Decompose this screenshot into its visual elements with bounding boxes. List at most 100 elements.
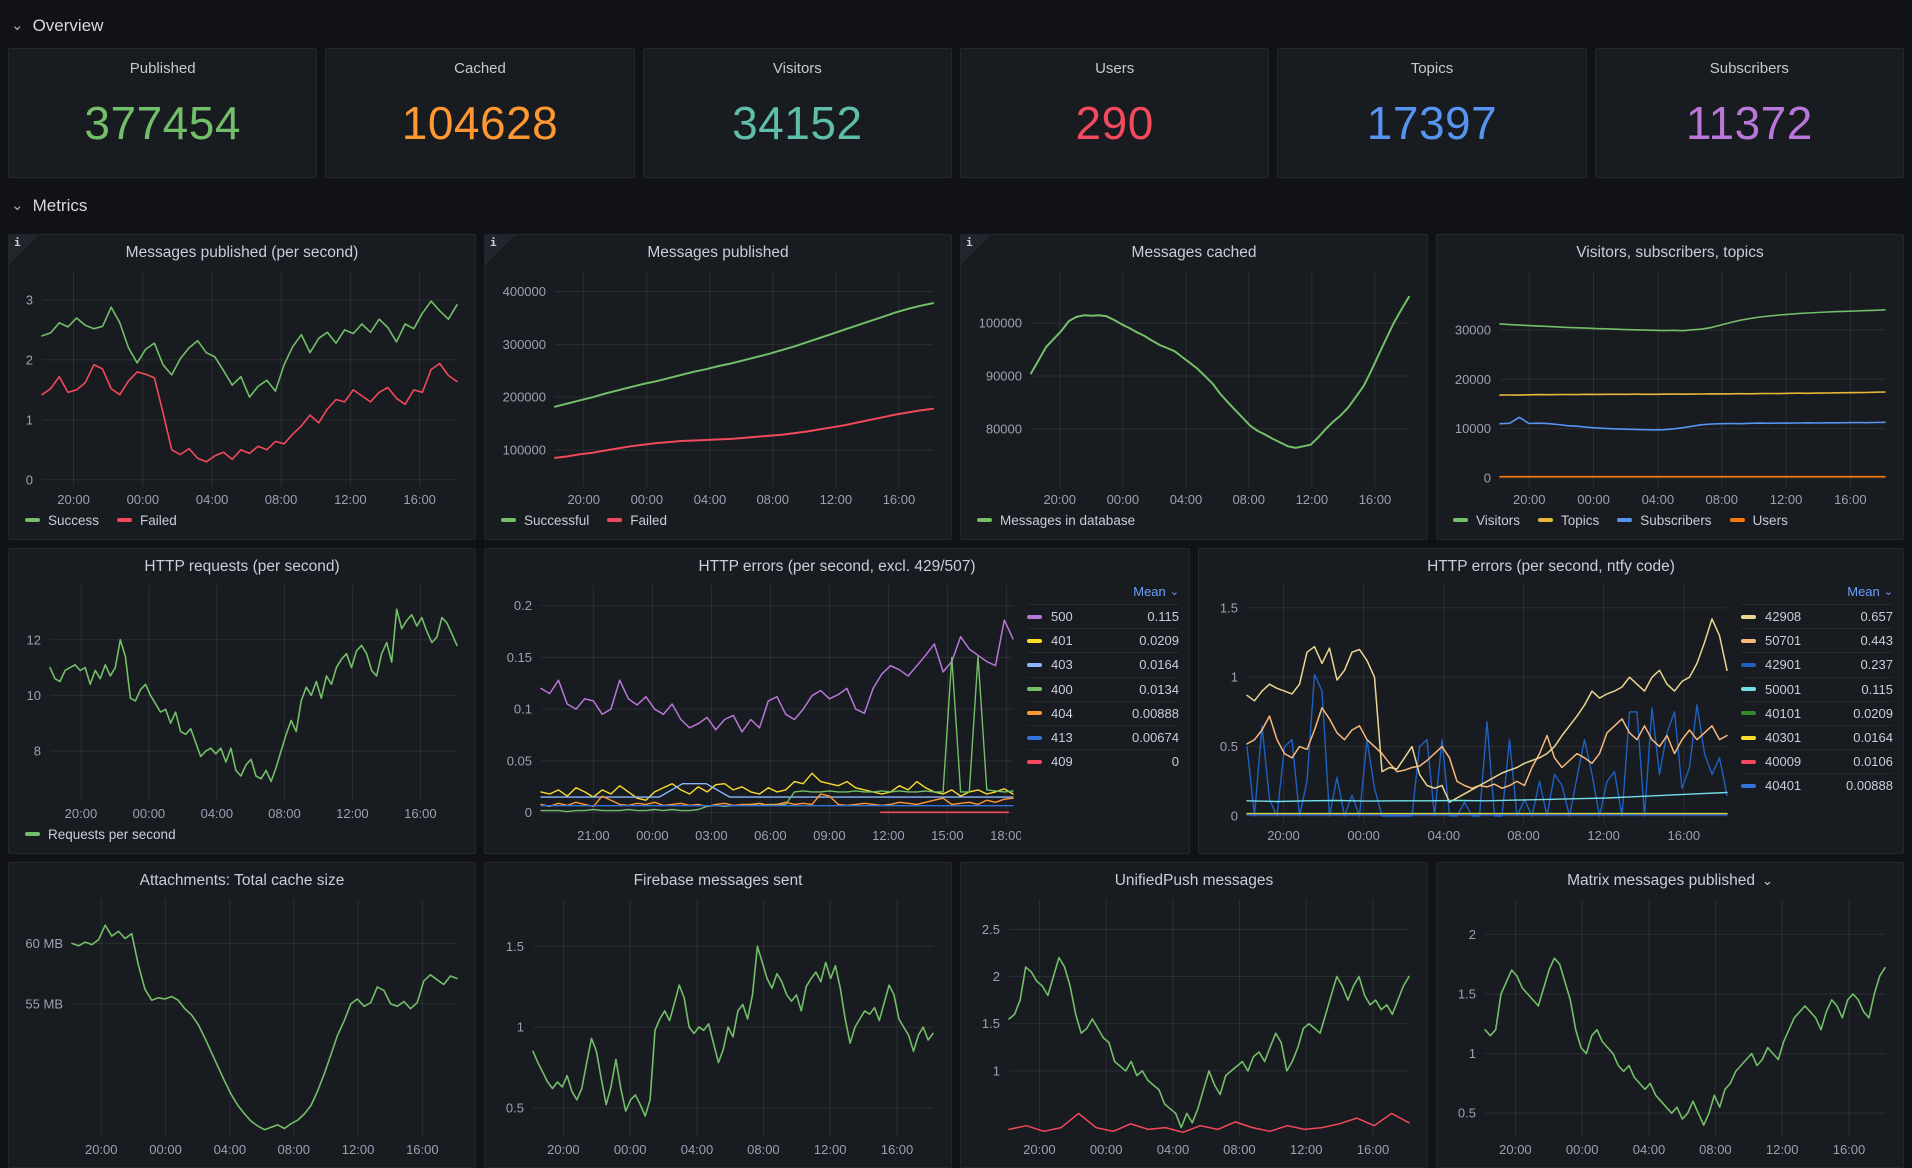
legend-item[interactable]: Subscribers [1617,513,1711,528]
series-Total cache size [72,925,457,1129]
panel-title[interactable]: Visitors, subscribers, topics [1447,241,1893,265]
legend-item[interactable]: Messages in database [977,513,1135,528]
chart-canvas[interactable]: 010000200003000020:0000:0004:0008:0012:0… [1447,265,1893,509]
panel-title[interactable]: HTTP errors (per second, excl. 429/507) [495,555,1179,579]
panel-unifiedpush-messages: UnifiedPush messages11.522.520:0000:0004… [960,862,1428,1168]
series-color-swatch [25,832,40,836]
chart-canvas[interactable]: 0.511.520:0000:0004:0008:0012:0016:00 [495,893,941,1159]
svg-text:16:00: 16:00 [1359,492,1392,507]
chart-canvas[interactable]: 55 MB60 MB20:0000:0004:0008:0012:0016:00 [19,893,465,1159]
legend-sort-mean[interactable]: Mean⌄ [1741,579,1893,604]
chart-legend: Visitors Topics Subscribers Users [1447,509,1893,531]
series-Topics [1500,392,1885,395]
legend-row-40101[interactable]: 401010.0209 [1741,701,1893,725]
legend-sort-mean[interactable]: Mean⌄ [1027,579,1179,604]
panel-menu-chevron-icon[interactable]: ⌄ [1762,873,1773,888]
legend-label: Failed [630,513,667,528]
legend-row-40009[interactable]: 400090.0106 [1741,749,1893,773]
legend-row-409[interactable]: 4090 [1027,749,1179,773]
chart-canvas[interactable]: 00.511.520:0000:0004:0008:0012:0016:00 [1209,579,1735,845]
svg-text:100000: 100000 [503,443,546,458]
svg-text:0: 0 [1484,471,1491,486]
legend-item[interactable]: Success [25,513,99,528]
legend-row-40401[interactable]: 404010.00888 [1741,773,1893,797]
legend-mean-value: 0.115 [1147,609,1179,624]
panel-title[interactable]: Messages published (per second) [19,241,465,265]
panel-title[interactable]: Firebase messages sent [495,869,941,893]
stat-value: 104628 [402,69,559,177]
stat-panel-visitors: Visitors34152 [643,48,952,178]
legend-row-400[interactable]: 4000.0134 [1027,677,1179,701]
svg-text:20:00: 20:00 [1513,492,1546,507]
legend-item[interactable]: Visitors [1453,513,1520,528]
panel-title[interactable]: Messages published [495,241,941,265]
panel-title[interactable]: Matrix messages published⌄ [1447,869,1893,893]
legend-item[interactable]: Topics [1538,513,1599,528]
legend-item[interactable]: Users [1730,513,1788,528]
svg-text:21:00: 21:00 [577,828,610,843]
svg-text:08:00: 08:00 [1699,1142,1732,1157]
chart-legend: Messages in database [971,509,1417,531]
chart-canvas[interactable]: 800009000010000020:0000:0004:0008:0012:0… [971,265,1417,509]
chart-canvas[interactable]: 11.522.520:0000:0004:0008:0012:0016:00 [971,893,1417,1159]
series-color-swatch [977,518,992,522]
svg-text:0.15: 0.15 [507,650,532,665]
info-icon-glyph: i [966,236,973,249]
chart-canvas[interactable]: 00.050.10.150.221:0000:0003:0006:0009:00… [495,579,1021,845]
legend-mean-value: 0 [1172,754,1179,769]
legend-row-403[interactable]: 4030.0164 [1027,652,1179,676]
panel-title[interactable]: Messages cached [971,241,1417,265]
legend-row-413[interactable]: 4130.00674 [1027,725,1179,749]
panel-title[interactable]: HTTP requests (per second) [19,555,465,579]
legend-item[interactable]: Requests per second [25,827,176,842]
panel-title-text: Attachments: Total cache size [140,872,345,889]
chart-legend: Successful Failed [495,509,941,531]
legend-row-50701[interactable]: 507010.443 [1741,628,1893,652]
legend-mean-value: 0.657 [1860,609,1893,624]
svg-text:00:00: 00:00 [636,828,669,843]
legend-row-404[interactable]: 4040.00888 [1027,701,1179,725]
chart-body: 00.050.10.150.221:0000:0003:0006:0009:00… [495,579,1179,845]
legend-label: 50001 [1765,682,1852,697]
panel-info-icon[interactable]: i [9,235,39,265]
stat-value: 377454 [84,69,241,177]
svg-text:1: 1 [993,1063,1000,1078]
legend-row-40301[interactable]: 403010.0164 [1741,725,1893,749]
section-row-overview[interactable]: ⌄ Overview [8,4,1904,48]
legend-row-42901[interactable]: 429010.237 [1741,652,1893,676]
chart-canvas[interactable]: 0.511.5220:0000:0004:0008:0012:0016:00 [1447,893,1893,1159]
chart-canvas[interactable]: 012320:0000:0004:0008:0012:0016:00 [19,265,465,509]
series-Matrix messages [1485,958,1885,1125]
svg-text:0.5: 0.5 [1220,739,1238,754]
svg-text:00:00: 00:00 [1347,828,1380,843]
chart-canvas[interactable]: 10000020000030000040000020:0000:0004:000… [495,265,941,509]
panel-title[interactable]: UnifiedPush messages [971,869,1417,893]
svg-text:00:00: 00:00 [614,1142,647,1157]
legend-label: Messages in database [1000,513,1135,528]
svg-text:20:00: 20:00 [57,492,90,507]
series-color-swatch [1741,615,1756,619]
legend-row-50001[interactable]: 500010.115 [1741,677,1893,701]
panel-info-icon[interactable]: i [485,235,515,265]
legend-label: 40401 [1765,778,1837,793]
legend-item[interactable]: Failed [607,513,667,528]
chart-canvas[interactable]: 8101220:0000:0004:0008:0012:0016:00 [19,579,465,823]
legend-row-500[interactable]: 5000.115 [1027,604,1179,628]
panel-title[interactable]: HTTP errors (per second, ntfy code) [1209,555,1893,579]
svg-text:09:00: 09:00 [813,828,846,843]
section-row-metrics[interactable]: ⌄ Metrics [8,178,1904,234]
svg-text:06:00: 06:00 [754,828,787,843]
panel-info-icon[interactable]: i [961,235,991,265]
legend-row-401[interactable]: 4010.0209 [1027,628,1179,652]
svg-text:55 MB: 55 MB [25,996,63,1011]
legend-row-42908[interactable]: 429080.657 [1741,604,1893,628]
svg-text:08:00: 08:00 [265,492,298,507]
legend-item[interactable]: Successful [501,513,589,528]
panel-title[interactable]: Attachments: Total cache size [19,869,465,893]
svg-text:03:00: 03:00 [695,828,728,843]
svg-text:0.2: 0.2 [514,598,532,613]
stat-panel-subscribers: Subscribers11372 [1595,48,1904,178]
legend-item[interactable]: Failed [117,513,177,528]
svg-text:300000: 300000 [503,337,546,352]
chart-body: 55 MB60 MB20:0000:0004:0008:0012:0016:00 [19,893,465,1159]
